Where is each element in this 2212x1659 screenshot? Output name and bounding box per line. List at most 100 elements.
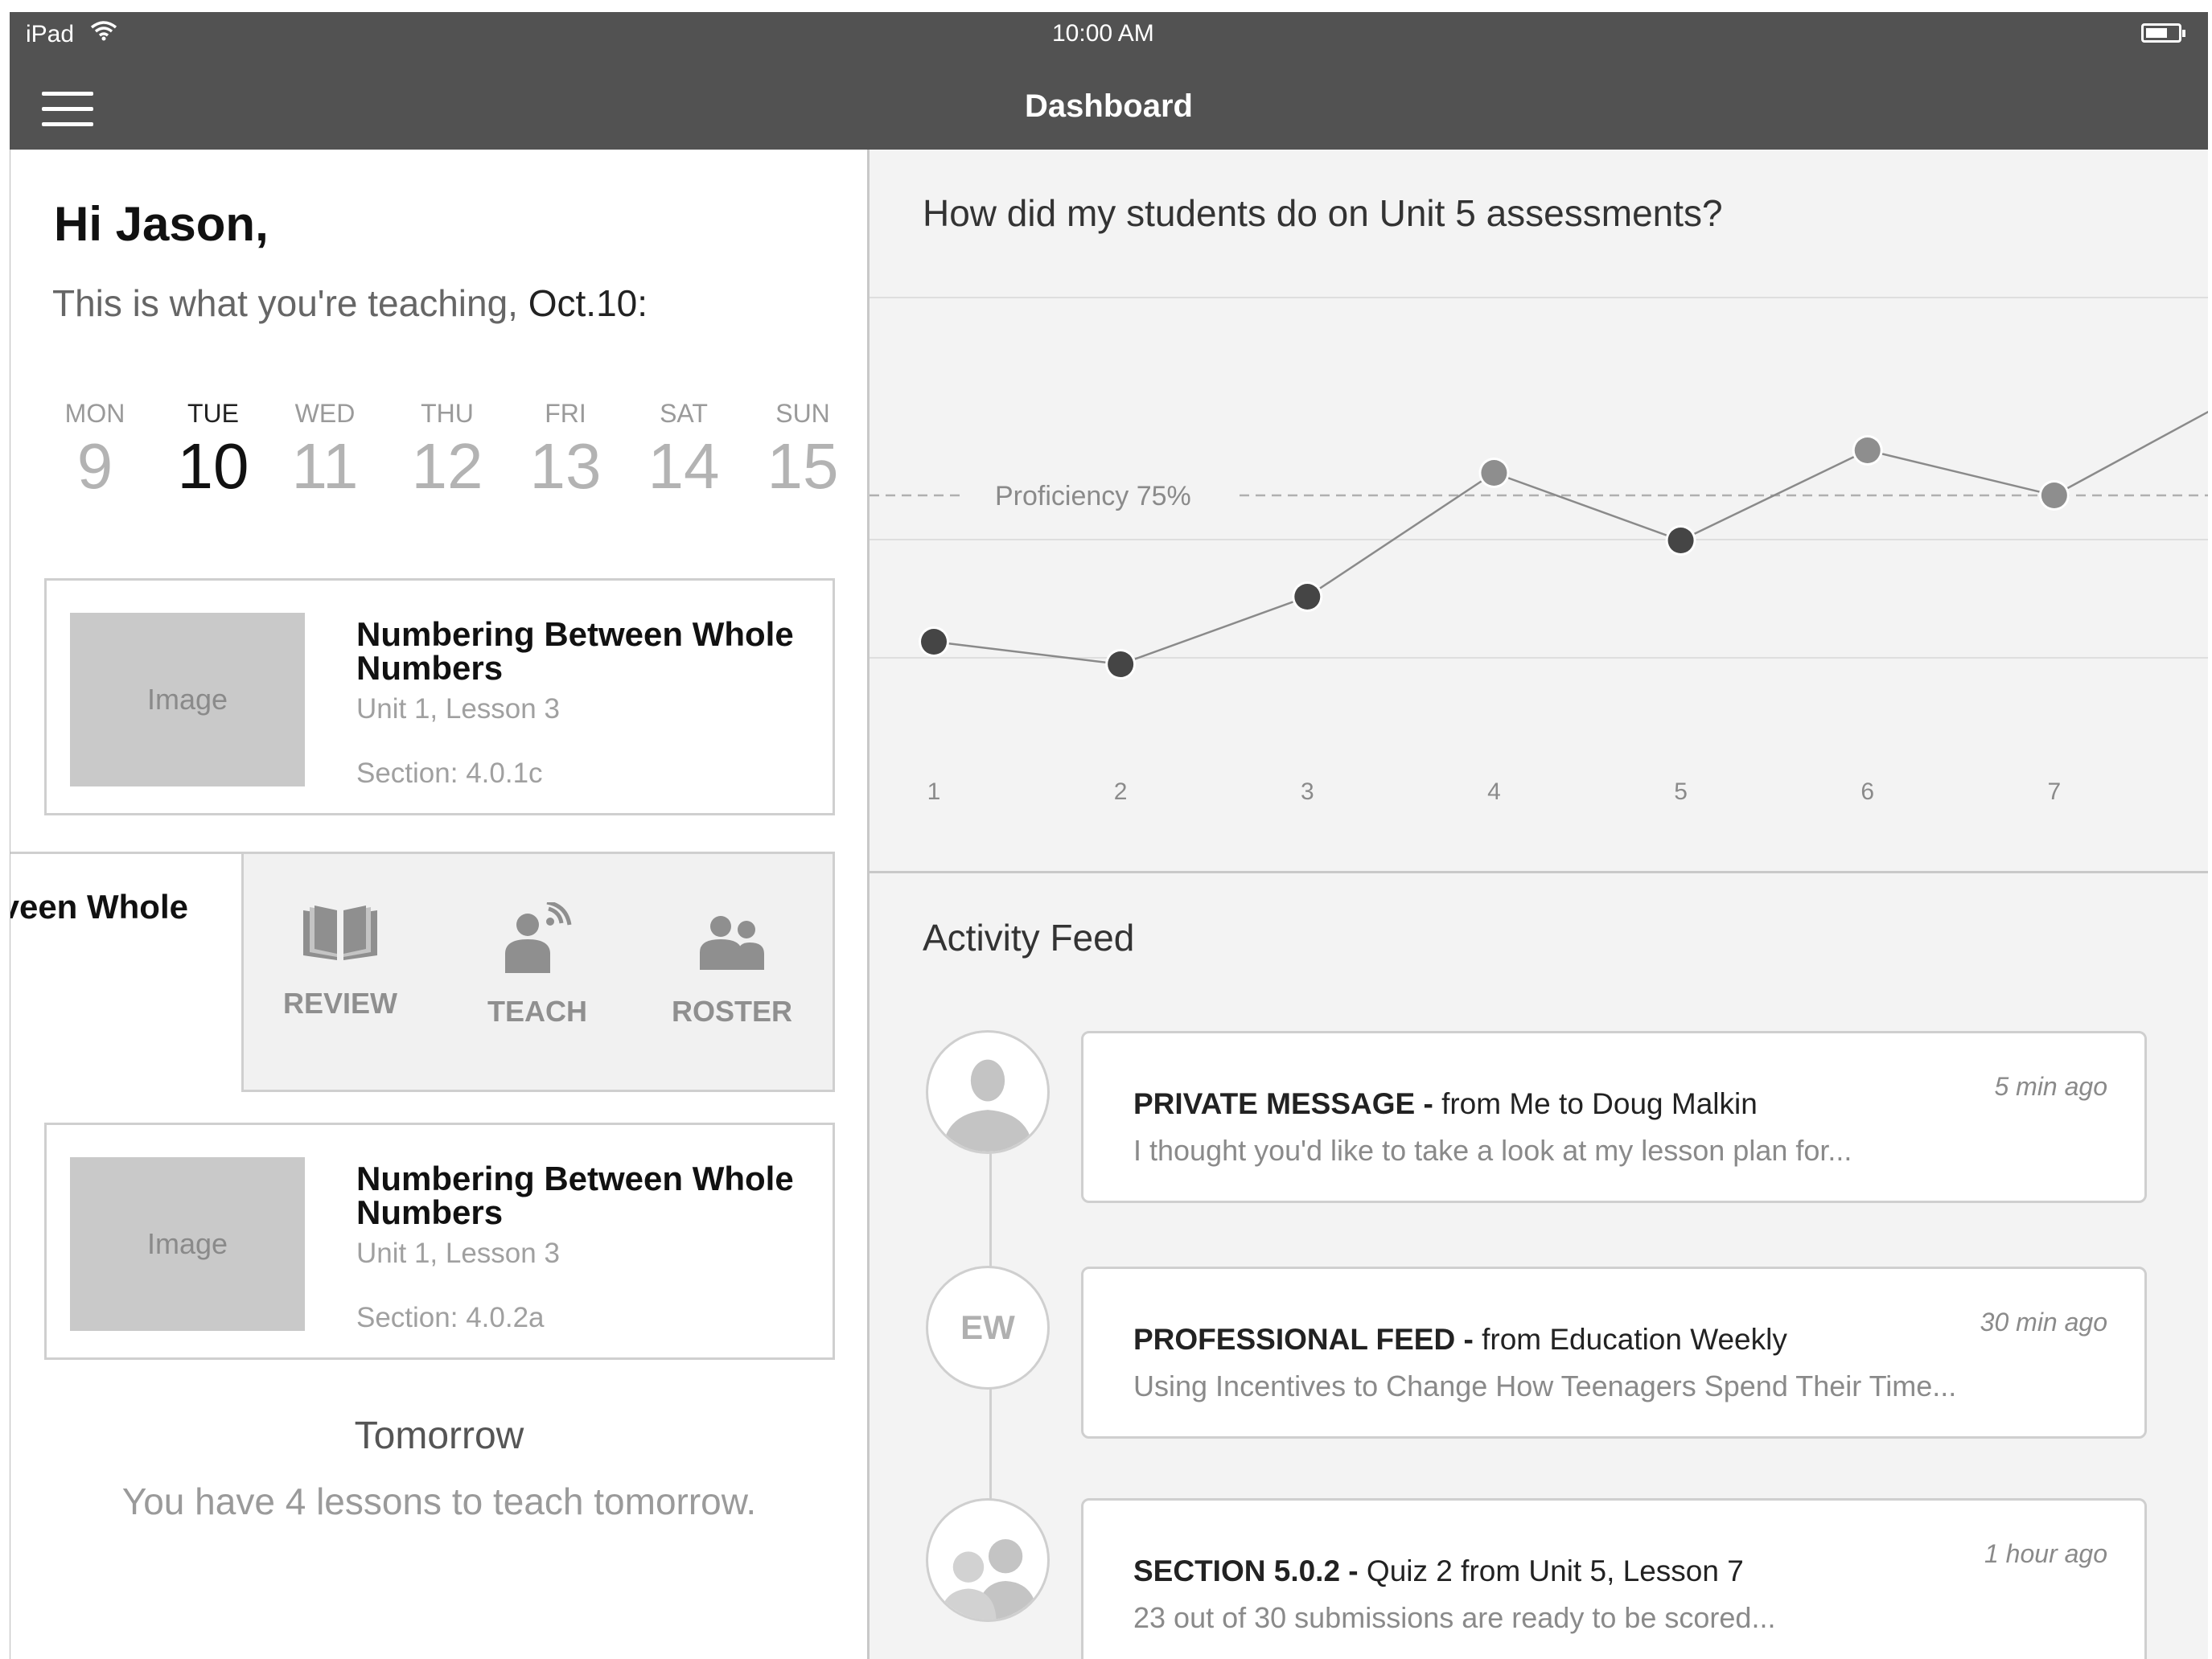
x-tick-label: 3 [1301, 778, 1314, 805]
x-tick-label: 5 [1674, 778, 1688, 805]
day-number: 15 [767, 430, 839, 502]
greeting-subtitle: This is what you're teaching, Oct.10: [52, 281, 648, 325]
day-number: 12 [411, 430, 483, 502]
roster-label: ROSTER [671, 995, 792, 1028]
lesson-title-fragment: veen Whole [10, 888, 188, 926]
x-tick-label: 7 [2048, 778, 2062, 805]
group-silhouette-icon [926, 1498, 1050, 1622]
subtitle-text: This is what you're teaching, [52, 282, 528, 324]
x-tick-label: 1 [927, 778, 941, 805]
teach-label: TEACH [487, 995, 587, 1028]
day-thu[interactable]: THU 12 [403, 399, 491, 503]
day-mon[interactable]: MON 9 [51, 399, 139, 503]
nav-bar: Dashboard [10, 58, 2208, 150]
data-point [1854, 437, 1881, 463]
tomorrow-summary: You have 4 lessons to teach tomorrow. [121, 1480, 757, 1522]
feed-item-time: 1 hour ago [1984, 1539, 2107, 1568]
assessment-line-chart: Proficiency 75%12345678 [870, 297, 2208, 805]
data-point [1294, 584, 1321, 610]
day-name: THU [421, 399, 474, 428]
data-point [921, 629, 947, 655]
feed-item-type: SECTION 5.0.2 - [1133, 1554, 1359, 1587]
feed-item-time: 30 min ago [1980, 1308, 2107, 1337]
ipad-screen: iPad 10:00 AM Dashboard Hi Jason, This i… [10, 12, 2208, 1659]
carrier-label: iPad [26, 21, 75, 47]
proficiency-label: Proficiency 75% [995, 481, 1191, 511]
activity-feed-title: Activity Feed [923, 917, 1135, 959]
day-fri[interactable]: FRI 13 [521, 399, 610, 503]
feed-item-heading: SECTION 5.0.2 - Quiz 2 from Unit 5, Less… [1133, 1554, 1744, 1588]
feed-item-type: PROFESSIONAL FEED - [1133, 1323, 1474, 1356]
subtitle-date: Oct.10: [528, 282, 648, 324]
x-tick-label: 4 [1487, 778, 1501, 805]
lesson-section: Section: 4.0.1c [356, 758, 543, 789]
teach-button[interactable]: TEACH [453, 900, 622, 1029]
schedule-panel: Hi Jason, This is what you're teaching, … [10, 150, 868, 1659]
greeting: Hi Jason, [54, 197, 269, 251]
day-number: 14 [648, 430, 720, 502]
day-number: 10 [177, 430, 249, 502]
day-name: FRI [545, 399, 586, 428]
feed-item-time: 5 min ago [1994, 1072, 2107, 1101]
series-line [933, 410, 2208, 666]
person-silhouette-icon [926, 1030, 1050, 1154]
data-point [1667, 528, 1694, 553]
page-title: Dashboard [1025, 88, 1193, 124]
review-label: REVIEW [282, 987, 397, 1020]
lesson-image-placeholder: Image [70, 613, 305, 786]
group-icon [700, 916, 764, 970]
x-tick-label: 2 [1114, 778, 1128, 805]
day-name: MON [64, 399, 125, 428]
feed-item-heading: PRIVATE MESSAGE - from Me to Doug Malkin [1133, 1087, 1758, 1121]
day-wed[interactable]: WED 11 [281, 399, 369, 503]
feed-item-preview: I thought you'd like to take a look at m… [1133, 1134, 1852, 1167]
day-name: SAT [660, 399, 708, 428]
feed-item-heading: PROFESSIONAL FEED - from Education Weekl… [1133, 1323, 1787, 1357]
feed-item-preview: Using Incentives to Change How Teenagers… [1133, 1369, 1957, 1402]
data-point [2041, 483, 2067, 508]
lesson-title: Numbering Between Whole Numbers [356, 615, 794, 687]
day-name: WED [294, 399, 356, 428]
data-point [1481, 460, 1507, 486]
wifi-icon [90, 20, 117, 47]
lesson-unit: Unit 1, Lesson 3 [356, 693, 560, 725]
publisher-avatar: EW [926, 1266, 1050, 1390]
feed-item[interactable]: PRIVATE MESSAGE - from Me to Doug Malkin… [1081, 1031, 2147, 1203]
book-icon [303, 905, 377, 960]
tomorrow-heading: Tomorrow [354, 1415, 524, 1457]
clock: 10:00 AM [1052, 20, 1154, 47]
feed-item[interactable]: PROFESSIONAL FEED - from Education Weekl… [1081, 1267, 2147, 1439]
swiped-lesson-card[interactable]: veen Whole [10, 854, 244, 1092]
lesson-actions-row: veen Whole REVIEW TEACH ROSTER [10, 852, 835, 1092]
battery-icon [2141, 23, 2185, 43]
day-number: 9 [76, 430, 113, 502]
roster-button[interactable]: ROSTER [648, 902, 816, 1029]
x-tick-label: 6 [1860, 778, 1874, 805]
day-sat[interactable]: SAT 14 [639, 399, 728, 503]
feed-item-source: from Me to Doug Malkin [1433, 1087, 1758, 1120]
day-name: SUN [775, 399, 830, 428]
publisher-initials: EW [960, 1308, 1015, 1346]
feed-item-type: PRIVATE MESSAGE - [1133, 1087, 1433, 1120]
assessment-chart-panel: How did my students do on Unit 5 assessm… [870, 150, 2208, 873]
lesson-card[interactable]: Image Numbering Between Whole Numbers Un… [44, 578, 835, 815]
status-bar: iPad 10:00 AM [10, 12, 2208, 58]
day-name: TUE [187, 399, 239, 428]
data-point [1108, 651, 1134, 677]
feed-item[interactable]: SECTION 5.0.2 - Quiz 2 from Unit 5, Less… [1081, 1498, 2147, 1659]
feed-item-preview: 23 out of 30 submissions are ready to be… [1133, 1601, 1776, 1634]
lesson-section: Section: 4.0.2a [356, 1302, 545, 1333]
lesson-card[interactable]: Image Numbering Between Whole Numbers Un… [44, 1123, 835, 1360]
day-tue[interactable]: TUE 10 [169, 399, 257, 503]
lesson-title: Numbering Between Whole Numbers [356, 1160, 794, 1231]
insights-panel: How did my students do on Unit 5 assessm… [867, 150, 2208, 1659]
lesson-unit: Unit 1, Lesson 3 [356, 1238, 560, 1269]
feed-item-source: Quiz 2 from Unit 5, Lesson 7 [1358, 1554, 1744, 1587]
review-button[interactable]: REVIEW [256, 902, 425, 1020]
day-number: 11 [291, 430, 359, 502]
feed-item-source: from Education Weekly [1473, 1323, 1787, 1356]
day-sun[interactable]: SUN 15 [759, 399, 847, 503]
day-number: 13 [529, 430, 602, 502]
teacher-broadcast-icon [505, 900, 572, 973]
lesson-image-placeholder: Image [70, 1157, 305, 1331]
